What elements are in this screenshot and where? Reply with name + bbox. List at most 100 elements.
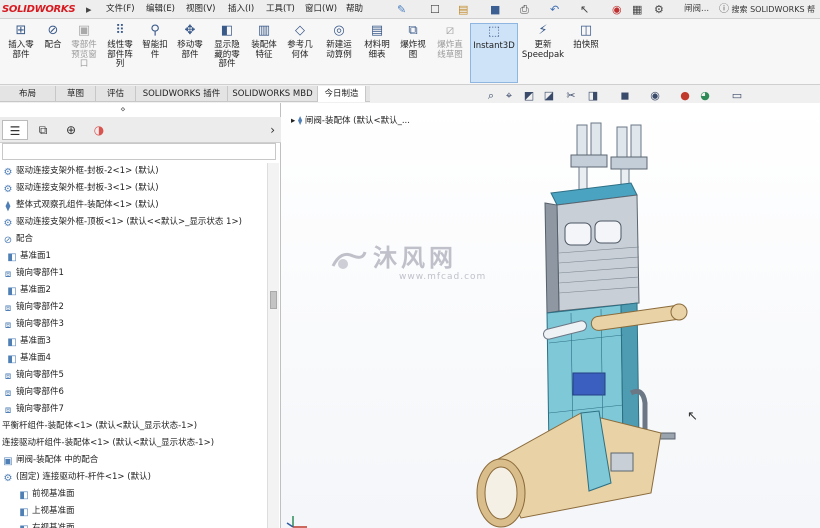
instant3d-button[interactable]: ⬚ Instant3D — [470, 23, 518, 83]
search-help-box[interactable]: ⓘ 搜索 SOLIDWORKS 帮 — [719, 0, 820, 19]
tree-item-label: 镜向零部件1 — [16, 268, 64, 278]
print-icon[interactable]: ⎙ — [520, 2, 529, 17]
tree-item[interactable]: ◧右视基准面 — [18, 520, 75, 528]
edit-appearance-icon[interactable]: ● — [678, 88, 692, 104]
menu-edit[interactable]: 编辑(E) — [146, 0, 175, 19]
tree-item[interactable]: ⧫ 整体式观察孔组件-装配体<1> (默认) — [2, 197, 159, 214]
tree-item[interactable]: ◧ 前视基准面 — [18, 486, 75, 503]
tree-item[interactable]: ⧈ 镜向零部件1 — [2, 265, 64, 282]
tab-today-manufacturing[interactable]: 今日制造 — [318, 86, 366, 102]
menu-window[interactable]: 窗口(W) — [305, 0, 337, 19]
chevron-right-icon[interactable]: › — [270, 120, 275, 140]
tree-item[interactable]: ⚙ 驱动连接支架外框-封板-3<1> (默认) — [2, 180, 159, 197]
tree-item[interactable]: ⧈ 镜向零部件7 — [2, 401, 64, 418]
tree-item[interactable]: ⚙ (固定) 连接驱动杆-杆件<1> (默认) — [2, 469, 151, 486]
open-folder-icon[interactable]: ▤ — [458, 2, 468, 17]
assembly-feature-button[interactable]: ▥ 装配体 特征 — [246, 23, 282, 83]
zoom-to-fit-icon[interactable]: ⌕ — [484, 88, 498, 104]
new-document-icon[interactable]: ☐ — [430, 2, 440, 17]
tab-layout[interactable]: 布局 — [0, 86, 56, 102]
menu-file[interactable]: 文件(F) — [106, 0, 135, 19]
menu-insert[interactable]: 插入(I) — [228, 0, 254, 19]
move-component-button[interactable]: ✥ 移动零 部件 — [172, 23, 208, 83]
tree-item[interactable]: ◧ 基准面4 — [6, 350, 51, 367]
tree-item[interactable]: ⚙ 驱动连接支架外框-顶板<1> (默认<<默认>_显示状态 1>) — [2, 214, 242, 231]
reference-geometry-icon: ◇ — [295, 23, 305, 38]
preview-window-button[interactable]: ▣ 零部件 预览窗 口 — [66, 23, 102, 83]
explode-line-sketch-button[interactable]: ⧄ 爆炸直 线草图 — [432, 23, 468, 83]
menu-help[interactable]: 帮助 — [346, 0, 363, 19]
viewport-tree-flyout[interactable]: ▸ ⧫ 闸阀-装配体 (默认<默认_... — [291, 114, 410, 126]
menu-view[interactable]: 视图(V) — [186, 0, 215, 19]
scrollbar-thumb[interactable] — [270, 291, 277, 309]
expand-arrow-icon[interactable]: ▸ — [86, 2, 92, 17]
panel-collapse-grip[interactable]: ⋄ — [118, 105, 128, 115]
insert-component-button[interactable]: ⊞ 插入零 部件 — [4, 23, 38, 83]
show-hidden-button[interactable]: ◧ 显示隐 藏的零 部件 — [210, 23, 244, 83]
tree-item-label: 前视基准面 — [32, 489, 75, 499]
smart-fastener-button[interactable]: ⚲ 智能扣 件 — [138, 23, 172, 83]
tree-item-label: 上视基准面 — [32, 506, 75, 516]
tree-item[interactable]: ⚙ 驱动连接支架外框-封板-2<1> (默认) — [2, 163, 159, 180]
tree-item-label: 整体式观察孔组件-装配体<1> (默认) — [16, 200, 159, 210]
snapshot-button[interactable]: ◫ 拍快照 — [568, 23, 604, 83]
linear-pattern-button[interactable]: ⠿ 线性零 部件阵 列 — [102, 23, 138, 83]
tree-item-label: 平衡杆组件-装配体<1> (默认<默认_显示状态-1>) — [2, 421, 198, 431]
tree-item-label: 基准面3 — [20, 336, 51, 346]
section-view-icon[interactable]: ◪ — [542, 88, 556, 104]
rebuild-icon[interactable]: ▦ — [632, 2, 642, 17]
tab-solidworks-addins[interactable]: SOLIDWORKS 插件 — [136, 86, 228, 102]
bom-button[interactable]: ▤ 材料明 细表 — [360, 23, 394, 83]
traffic-light-icon[interactable]: ◉ — [612, 2, 622, 17]
tab-solidworks-mbd[interactable]: SOLIDWORKS MBD — [228, 86, 318, 102]
tree-item[interactable]: ⊘ 配合 — [2, 231, 33, 248]
tree-item-label: 驱动连接支架外框-顶板<1> (默认<<默认>_显示状态 1>) — [16, 217, 242, 227]
pin-icon[interactable]: ✎ — [397, 2, 406, 17]
view-settings-icon[interactable]: ▭ — [730, 88, 744, 104]
tree-item[interactable]: ◧ 上视基准面 — [18, 503, 75, 520]
reference-geometry-button[interactable]: ◇ 参考几 何体 — [282, 23, 318, 83]
part-icon: ⚙ — [3, 167, 13, 178]
tree-item[interactable]: ⧈ 镜向零部件2 — [2, 299, 64, 316]
configuration-manager-tab[interactable]: ⊕ — [58, 120, 84, 140]
zoom-area-icon[interactable]: ⌖ — [502, 88, 516, 104]
feature-manager-tab[interactable]: ☰ — [2, 120, 28, 140]
gate-valve-3d-model[interactable] — [461, 113, 691, 528]
view-orientation-icon[interactable]: ◨ — [586, 88, 600, 104]
save-icon[interactable]: ■ — [490, 2, 500, 17]
exploded-view-icon: ⧉ — [408, 23, 418, 38]
display-style-icon[interactable]: ◼ — [618, 88, 632, 104]
tree-item[interactable]: ◧ 基准面1 — [6, 248, 51, 265]
property-manager-tab[interactable]: ⧉ — [30, 120, 56, 140]
tree-item[interactable]: ▣ 闸阀-装配体 中的配合 — [2, 452, 98, 469]
tab-evaluate[interactable]: 评估 — [96, 86, 136, 102]
part-icon: ⚙ — [3, 184, 13, 195]
previous-view-icon[interactable]: ◩ — [522, 88, 536, 104]
motion-study-icon: ◎ — [333, 23, 345, 38]
help-icon: ⓘ — [719, 4, 729, 15]
tab-sketch[interactable]: 草图 — [56, 86, 96, 102]
tree-filter-input[interactable] — [2, 143, 276, 160]
new-motion-study-button[interactable]: ◎ 新建运 动算例 — [322, 23, 356, 83]
dynamic-annotation-icon[interactable]: ✂ — [564, 88, 578, 104]
tree-item[interactable]: ⧈ 镜向零部件3 — [2, 316, 64, 333]
select-arrow-icon[interactable]: ↖ — [580, 2, 589, 17]
menu-tools[interactable]: 工具(T) — [266, 0, 295, 19]
tree-item[interactable]: ◧ 基准面2 — [6, 282, 51, 299]
tree-scrollbar[interactable] — [267, 163, 279, 528]
tree-item[interactable]: 平衡杆组件-装配体<1> (默认<默认_显示状态-1>) — [2, 418, 197, 435]
graphics-area[interactable]: ▸ ⧫ 闸阀-装配体 (默认<默认_... 沐风网 www.mfcad.com — [281, 103, 820, 528]
tree-item[interactable]: ⧈ 镜向零部件5 — [2, 367, 64, 384]
display-manager-tab[interactable]: ◑ — [86, 120, 112, 140]
mate-button[interactable]: ⊘ 配合 — [40, 23, 66, 83]
undo-icon[interactable]: ↶ — [550, 2, 559, 17]
options-gear-icon[interactable]: ⚙ — [654, 2, 664, 17]
tree-item[interactable]: ◧ 基准面3 — [6, 333, 51, 350]
exploded-view-button[interactable]: ⧉ 爆炸视 图 — [396, 23, 430, 83]
tree-item[interactable]: 连接驱动杆组件-装配体<1> (默认<默认_显示状态-1>) — [2, 435, 214, 452]
tree-item-label: 右视基准面 — [32, 523, 75, 528]
apply-scene-icon[interactable]: ◕ — [698, 88, 712, 104]
hide-show-items-icon[interactable]: ◉ — [648, 88, 662, 104]
tree-item[interactable]: ⧈ 镜向零部件6 — [2, 384, 64, 401]
update-speedpak-button[interactable]: ⚡ 更新 Speedpak — [520, 23, 566, 83]
